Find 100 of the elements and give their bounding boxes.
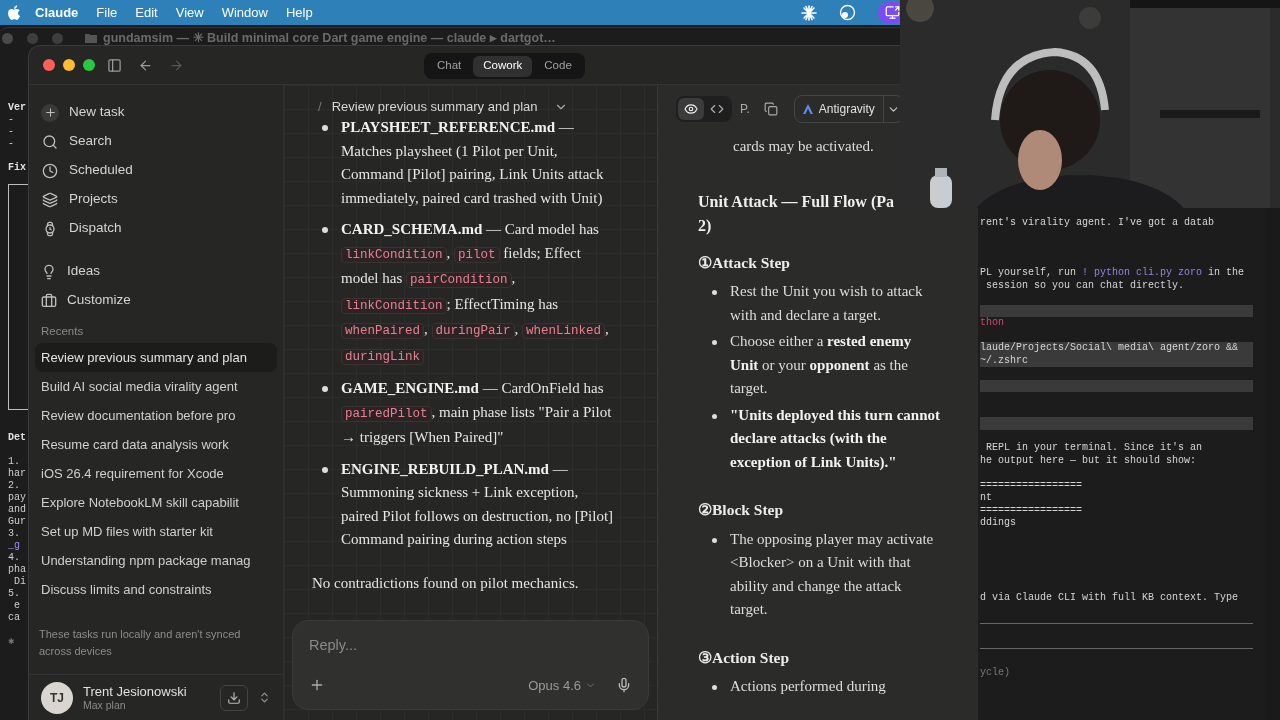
- sidebar-item[interactable]: Search: [35, 127, 277, 156]
- recent-item[interactable]: Build AI social media virality agent: [35, 372, 277, 401]
- sidebar-toggle-icon[interactable]: [107, 57, 122, 73]
- window-title: gundamsim — ✳ Build minimal core Dart game engine — claude ▸ dartgot…: [103, 29, 556, 47]
- menu-item[interactable]: View: [175, 2, 204, 23]
- reply-field[interactable]: Reply...: [309, 635, 632, 657]
- download-button[interactable]: [220, 684, 248, 711]
- circle-icon[interactable]: [839, 4, 856, 21]
- breadcrumb-slash: /: [318, 98, 322, 117]
- plus-icon: [43, 106, 57, 119]
- download-icon: [227, 690, 241, 705]
- user-avatar[interactable]: TJ: [41, 681, 73, 714]
- step-heading: ③Action Step: [698, 647, 791, 668]
- terminal-line: d via Claude CLI with full KB context. Type: [980, 592, 1240, 605]
- mode-tab[interactable]: Code: [534, 55, 582, 77]
- terminal-text: -: [8, 138, 14, 150]
- terminal-text: pha: [8, 564, 26, 576]
- terminal-line: REPL in your terminal. Since it's an: [985, 442, 1204, 455]
- zoom-button[interactable]: [83, 59, 95, 71]
- bullet-text: Actions performed during: [730, 677, 886, 696]
- mode-tab[interactable]: Chat: [427, 55, 472, 77]
- eye-icon: [684, 102, 698, 116]
- clock-icon: [42, 162, 58, 179]
- recent-item[interactable]: Understanding npm package manag: [35, 546, 277, 575]
- recent-item[interactable]: Review previous summary and plan: [35, 343, 277, 372]
- screen-share-button[interactable]: [878, 1, 900, 24]
- terminal-text: har: [8, 468, 26, 480]
- terminal-text: 4.: [8, 552, 20, 564]
- user-name: Trent Jesionowski: [83, 683, 188, 699]
- user-plan: Max plan: [83, 698, 127, 712]
- terminal-text: 5.: [8, 588, 20, 600]
- menu-item[interactable]: Window: [221, 2, 268, 23]
- recent-item[interactable]: Discuss limits and constraints: [35, 575, 277, 604]
- terminal-text: -: [8, 126, 14, 138]
- layers-icon: [42, 191, 58, 208]
- bullet-text: Rest the Unit you wish to attack with and declare a target.: [730, 282, 924, 325]
- preview-button[interactable]: [678, 98, 704, 120]
- app-menu[interactable]: Claude: [35, 2, 79, 23]
- logo-icon: [802, 104, 813, 114]
- recent-item[interactable]: Explore NotebookLM skill capabilit: [35, 488, 277, 517]
- bullet-text: GAME_ENGINE.md — CardOnField has pairedPilot , main phase lists "Pair a Pilot → triggers [When Paired]": [341, 379, 613, 447]
- sidebar-item[interactable]: New task: [35, 98, 277, 127]
- minimize-button[interactable]: [63, 59, 75, 71]
- bullet-text: "Units deployed this turn cannot declare attacks (with the exception of Link Units).": [730, 405, 942, 472]
- terminal-line: session so you can chat directly.: [985, 279, 1186, 292]
- step-heading: ①Attack Step: [698, 252, 791, 273]
- spark-icon[interactable]: [801, 4, 817, 21]
- mode-tab[interactable]: Cowork: [473, 55, 533, 77]
- menu-item[interactable]: File: [96, 2, 118, 23]
- section-heading: Unit Attack — Full Flow (Pa 2): [697, 191, 895, 237]
- sidebar-item[interactable]: Scheduled: [35, 156, 277, 185]
- terminal-line: rent's virality agent. I've got a datab: [980, 217, 1216, 230]
- terminal-text: Ver: [8, 102, 26, 114]
- terminal-text: Di: [13, 576, 26, 588]
- sidebar-item[interactable]: Projects: [35, 185, 277, 214]
- terminal-text: ca: [8, 612, 20, 624]
- terminal-text: Fix: [8, 162, 26, 174]
- recent-item[interactable]: Review documentation before pro: [35, 401, 277, 430]
- microphone-icon[interactable]: [616, 677, 632, 694]
- bullet-text: Choose either a rested enemy Unit or your opponent as the target.: [730, 332, 913, 398]
- body-text: cards may be activated.: [732, 137, 875, 156]
- terminal-text: 3.: [8, 528, 20, 540]
- step-heading: ②Block Step: [698, 500, 785, 520]
- terminal-line: ycle): [980, 667, 1011, 680]
- recent-item[interactable]: Resume card data analysis work: [35, 430, 277, 459]
- back-icon[interactable]: [138, 57, 153, 73]
- menu-item[interactable]: Help: [285, 2, 313, 23]
- terminal-text: and: [8, 504, 26, 516]
- file-label: P.: [740, 101, 750, 118]
- terminal-line: he output here — but it should show:: [980, 454, 1198, 467]
- sidebar-item[interactable]: Dispatch: [35, 214, 277, 243]
- terminal-text: 1.: [8, 456, 20, 468]
- lightbulb-icon: [41, 263, 57, 280]
- recent-item[interactable]: iOS 26.4 requirement for Xcode: [35, 459, 277, 488]
- copy-icon[interactable]: [763, 102, 778, 116]
- recent-item[interactable]: Set up MD files with starter kit: [35, 517, 277, 546]
- menu-item[interactable]: Edit: [135, 2, 158, 23]
- bullet-text: The opposing player may activate <Blocker> on a Unit with that ability and change the attack target.: [730, 529, 935, 619]
- watch-icon: [42, 220, 58, 237]
- terminal-line: PL yourself, run ! python cli.py zoro in the: [980, 267, 1246, 280]
- code-icon: [710, 102, 724, 116]
- terminal-text: Gur: [8, 516, 26, 528]
- terminal-text: 2.: [8, 480, 20, 492]
- screen-share-icon: [885, 5, 900, 20]
- conversation-title[interactable]: Review previous summary and plan: [331, 97, 538, 117]
- sidebar-item[interactable]: Customize: [35, 286, 277, 315]
- terminal-line: =================: [980, 479, 1084, 492]
- close-button[interactable]: [43, 59, 55, 71]
- model-selector[interactable]: Opus 4.6: [528, 675, 596, 695]
- chevrons-icon[interactable]: [258, 691, 271, 704]
- bullet-text: CARD_SCHEMA.md — Card model has linkCondition , pilot fields; Effect model has pairCondition , linkCondition ; EffectTiming has whenPaired , duringPair , whenLinked , duringLink: [341, 220, 610, 367]
- terminal-text: e: [13, 600, 20, 612]
- search-icon: [42, 133, 58, 150]
- terminal-line: =================: [980, 504, 1084, 517]
- sidebar-item[interactable]: Ideas: [35, 257, 277, 286]
- terminal-text: Det: [8, 432, 26, 444]
- section-label: Recents: [40, 324, 85, 340]
- apple-icon: [7, 4, 21, 21]
- terminal-text: pay: [8, 492, 26, 504]
- sync-note: These tasks run locally and aren't synced across devices: [38, 627, 242, 659]
